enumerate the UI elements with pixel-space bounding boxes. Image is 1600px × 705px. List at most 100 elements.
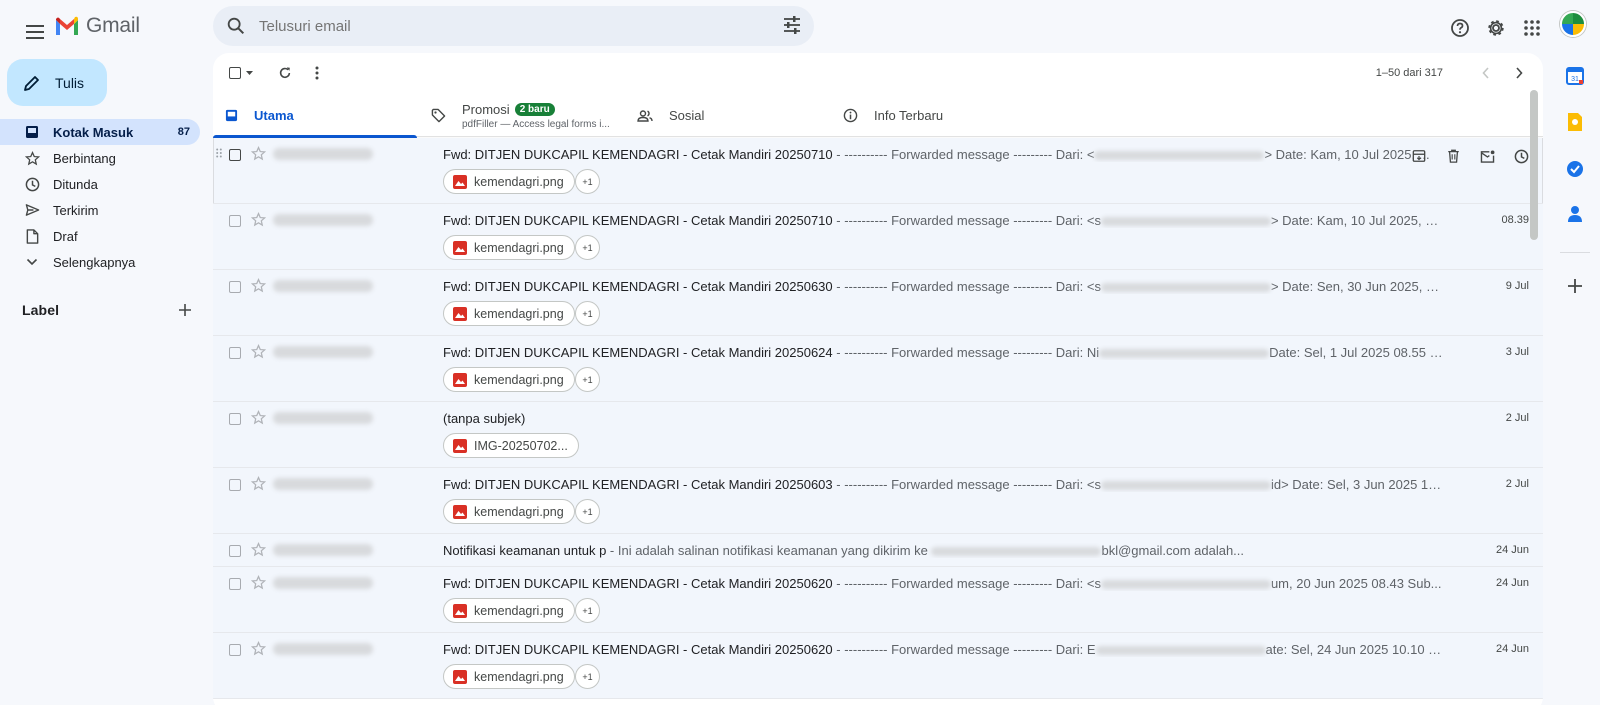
- older-page-button[interactable]: [1507, 61, 1531, 85]
- row-checkbox[interactable]: [229, 479, 241, 491]
- star-icon[interactable]: [251, 641, 266, 656]
- keep-addon[interactable]: [1563, 110, 1587, 134]
- attachment-chip[interactable]: kemendagri.png: [443, 235, 575, 260]
- search-options-icon[interactable]: [782, 15, 802, 35]
- star-icon[interactable]: [251, 410, 266, 425]
- attachment-chip[interactable]: kemendagri.png: [443, 598, 575, 623]
- mail-panel: 1–50 dari 317 Utama Promosi 2 baru pdfFi…: [213, 53, 1543, 705]
- attachment-chip[interactable]: kemendagri.png: [443, 664, 575, 689]
- email-subject: Fwd: DITJEN DUKCAPIL KEMENDAGRI - Cetak …: [443, 279, 833, 294]
- attachment-chip[interactable]: kemendagri.png: [443, 169, 575, 194]
- tab-social[interactable]: Sosial: [625, 94, 833, 137]
- email-row[interactable]: Fwd: DITJEN DUKCAPIL KEMENDAGRI - Cetak …: [213, 633, 1543, 699]
- email-row[interactable]: Fwd: DITJEN DUKCAPIL KEMENDAGRI - Cetak …: [213, 270, 1543, 336]
- main-menu-button[interactable]: [16, 12, 56, 52]
- sidebar-item-starred[interactable]: Berbintang: [0, 145, 200, 171]
- attachment-name: kemendagri.png: [474, 372, 564, 387]
- row-checkbox[interactable]: [229, 578, 241, 590]
- redacted-text: [1100, 481, 1271, 491]
- attachment-chip[interactable]: kemendagri.png: [443, 301, 575, 326]
- calendar-addon[interactable]: 31: [1563, 64, 1587, 88]
- select-all-checkbox[interactable]: [227, 61, 255, 85]
- attachment-chip[interactable]: IMG-20250702...: [443, 433, 579, 458]
- sidebar-item-inbox[interactable]: Kotak Masuk 87: [0, 119, 200, 145]
- scrollbar[interactable]: [1530, 90, 1538, 240]
- get-addons-button[interactable]: [1563, 274, 1587, 298]
- compose-button[interactable]: Tulis: [7, 59, 107, 106]
- email-row[interactable]: (tanpa subjek) 2 Jul IMG-20250702...: [213, 402, 1543, 468]
- more-attachments-chip[interactable]: +1: [575, 598, 600, 623]
- email-row[interactable]: Notifikasi keamanan untuk p - Ini adalah…: [213, 534, 1543, 567]
- search-icon[interactable]: [225, 15, 247, 37]
- calendar-icon: 31: [1566, 67, 1584, 85]
- sidebar-item-label: Terkirim: [53, 202, 99, 218]
- email-row[interactable]: Fwd: DITJEN DUKCAPIL KEMENDAGRI - Cetak …: [213, 138, 1543, 204]
- search-bar[interactable]: [213, 6, 814, 46]
- tab-updates[interactable]: Info Terbaru: [833, 94, 1041, 137]
- mark-unread-icon[interactable]: [1475, 144, 1499, 168]
- star-icon[interactable]: [251, 344, 266, 359]
- attachment-chip[interactable]: kemendagri.png: [443, 499, 575, 524]
- list-toolbar: 1–50 dari 317: [213, 53, 1543, 93]
- newer-page-button[interactable]: [1474, 61, 1498, 85]
- sidebar-item-drafts[interactable]: Draf: [0, 223, 200, 249]
- tasks-addon[interactable]: [1563, 157, 1587, 181]
- email-row[interactable]: Fwd: DITJEN DUKCAPIL KEMENDAGRI - Cetak …: [213, 468, 1543, 534]
- gmail-logo[interactable]: Gmail: [54, 14, 140, 38]
- star-icon[interactable]: [251, 212, 266, 227]
- row-checkbox[interactable]: [229, 644, 241, 656]
- row-checkbox[interactable]: [229, 281, 241, 293]
- image-file-icon: [453, 306, 467, 321]
- search-input[interactable]: [259, 17, 759, 35]
- tab-label: Utama: [254, 108, 294, 123]
- tab-promotions[interactable]: Promosi 2 baru pdfFiller — Access legal …: [417, 94, 625, 137]
- tab-primary[interactable]: Utama: [213, 94, 417, 138]
- redacted-text: [1100, 283, 1271, 293]
- email-date: 2 Jul: [1505, 412, 1529, 424]
- sidebar-item-label: Selengkapnya: [53, 254, 136, 270]
- sidebar-item-snoozed[interactable]: Ditunda: [0, 171, 200, 197]
- account-avatar[interactable]: [1560, 11, 1586, 37]
- email-row[interactable]: Fwd: DITJEN DUKCAPIL KEMENDAGRI - Cetak …: [213, 336, 1543, 402]
- more-attachments-chip[interactable]: +1: [575, 499, 600, 524]
- sidebar-item-sent[interactable]: Terkirim: [0, 197, 200, 223]
- email-snippet: - ---------- Forwarded message ---------…: [832, 213, 1101, 228]
- create-label-button[interactable]: [175, 300, 195, 320]
- star-icon[interactable]: [251, 575, 266, 590]
- star-icon[interactable]: [251, 278, 266, 293]
- email-row[interactable]: Fwd: DITJEN DUKCAPIL KEMENDAGRI - Cetak …: [213, 567, 1543, 633]
- row-checkbox[interactable]: [229, 347, 241, 359]
- row-actions: [1407, 144, 1533, 168]
- more-attachments-chip[interactable]: +1: [575, 235, 600, 260]
- row-checkbox[interactable]: [229, 413, 241, 425]
- compose-label: Tulis: [55, 74, 85, 91]
- refresh-button[interactable]: [273, 61, 297, 85]
- contacts-addon[interactable]: [1563, 202, 1587, 226]
- drag-handle-icon[interactable]: [216, 148, 222, 158]
- sender-name-redacted: [273, 214, 373, 226]
- star-icon[interactable]: [251, 476, 266, 491]
- star-icon[interactable]: [251, 542, 266, 557]
- row-checkbox[interactable]: [229, 545, 241, 557]
- google-apps-button[interactable]: [1515, 11, 1549, 45]
- delete-icon[interactable]: [1441, 144, 1465, 168]
- people-icon: [637, 109, 653, 122]
- star-icon[interactable]: [251, 146, 266, 161]
- more-attachments-chip[interactable]: +1: [575, 301, 600, 326]
- archive-icon[interactable]: [1407, 144, 1431, 168]
- row-checkbox[interactable]: [229, 215, 241, 227]
- more-actions-button[interactable]: [305, 61, 329, 85]
- more-attachments-chip[interactable]: +1: [575, 367, 600, 392]
- email-snippet: - Ini adalah salinan notifikasi keamanan…: [606, 543, 932, 558]
- sidebar-item-more[interactable]: Selengkapnya: [0, 249, 200, 275]
- image-file-icon: [453, 603, 467, 618]
- row-checkbox[interactable]: [229, 149, 241, 161]
- more-attachments-chip[interactable]: +1: [575, 169, 600, 194]
- support-button[interactable]: [1443, 11, 1477, 45]
- attachment-chip[interactable]: kemendagri.png: [443, 367, 575, 392]
- more-attachments-chip[interactable]: +1: [575, 664, 600, 689]
- plus-icon: [1568, 279, 1582, 293]
- settings-button[interactable]: [1479, 11, 1513, 45]
- email-row[interactable]: Fwd: DITJEN DUKCAPIL KEMENDAGRI - Cetak …: [213, 204, 1543, 270]
- inbox-icon: [22, 125, 42, 139]
